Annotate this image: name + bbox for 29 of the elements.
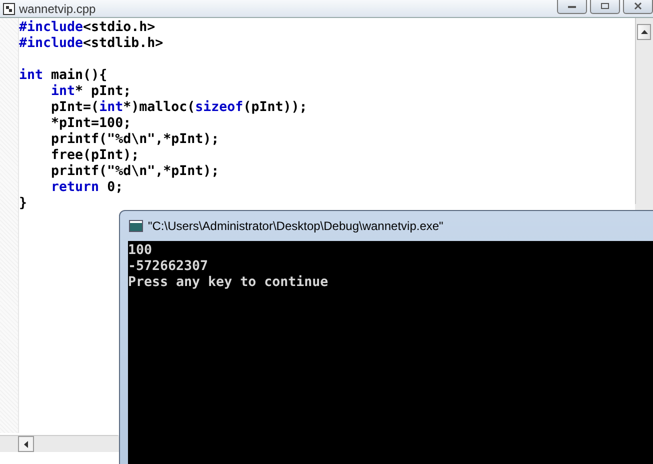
code-line: printf("%d\n",*pInt); [50, 164, 220, 180]
console-title: "C:\Users\Administrator\Desktop\Debug\wannetvip.exe" [148, 219, 444, 233]
code-line: #include<stdlib.h> [19, 36, 164, 52]
console-output-line: Press any key to continue [128, 275, 330, 291]
document-icon [3, 2, 15, 14]
code-line: *pInt=100; [50, 116, 132, 132]
close-button[interactable] [623, 0, 653, 14]
code-line: free(pInt); [50, 148, 140, 164]
code-line: } [19, 196, 28, 212]
code-line: int* pInt; [50, 84, 132, 100]
up-arrow-icon [640, 30, 648, 34]
minimize-button[interactable] [557, 0, 587, 14]
window-title: wannetvip.cpp [19, 2, 97, 16]
code-line: pInt=(int*)malloc(sizeof(pInt)); [50, 100, 308, 116]
scroll-up-button[interactable] [637, 24, 651, 40]
scroll-left-button[interactable] [18, 436, 34, 452]
close-icon [633, 2, 643, 10]
console-output-line: -572662307 [128, 259, 209, 275]
code-line: printf("%d\n",*pInt); [50, 132, 220, 148]
console-icon [129, 220, 143, 232]
horizontal-scrollbar[interactable] [0, 435, 118, 452]
code-line: int main(){ [19, 68, 108, 84]
maximize-icon [600, 2, 610, 10]
minimize-icon [567, 3, 577, 9]
left-arrow-icon [24, 440, 28, 448]
maximize-button[interactable] [590, 0, 620, 14]
code-line: return 0; [50, 180, 124, 196]
console-output-line: 100 [128, 243, 154, 259]
code-line: #include<stdio.h> [19, 20, 156, 36]
